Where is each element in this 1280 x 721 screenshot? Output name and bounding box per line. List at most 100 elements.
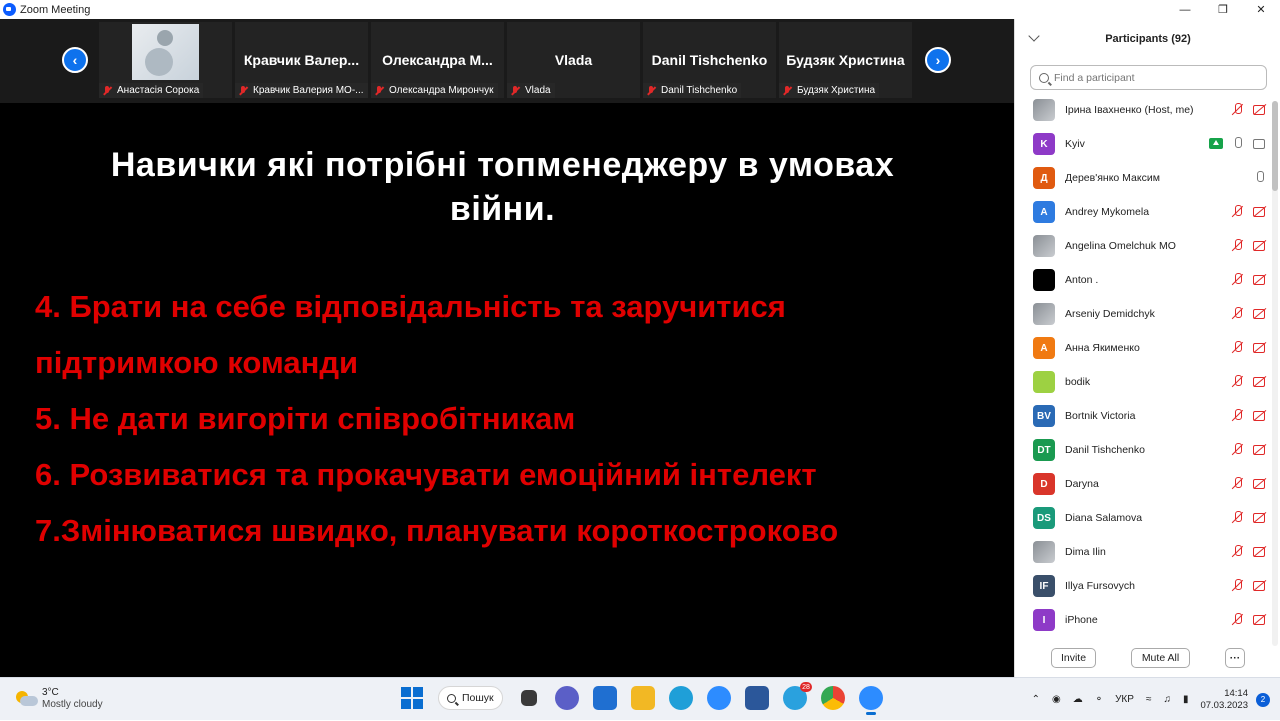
chat-icon[interactable]: [555, 686, 579, 710]
start-button[interactable]: [400, 686, 424, 710]
mic-muted-icon[interactable]: [1231, 239, 1245, 252]
mic-muted-icon[interactable]: [1231, 477, 1245, 490]
weather-widget[interactable]: 3°C Mostly cloudy: [16, 687, 103, 711]
mic-muted-icon[interactable]: [1231, 103, 1245, 116]
participant-row[interactable]: IF Illya Fursovych: [1015, 569, 1273, 603]
participant-list-scrollbar[interactable]: [1272, 101, 1278, 646]
mic-muted-icon[interactable]: [1231, 205, 1245, 218]
microphone-icon[interactable]: ⚬: [1095, 694, 1103, 705]
partly-cloudy-icon: [16, 691, 38, 707]
participant-row[interactable]: A Andrey Mykomela: [1015, 195, 1273, 229]
mic-on-icon[interactable]: [1253, 171, 1267, 184]
clock[interactable]: 14:14 07.03.2023: [1200, 688, 1248, 712]
maximize-button[interactable]: ❐: [1204, 0, 1242, 19]
telegram-icon[interactable]: 28: [783, 682, 812, 710]
tile-name-label: Анастасія Сорока: [99, 83, 204, 98]
tile-name-label: Vlada: [507, 83, 555, 98]
participant-row[interactable]: Anton .: [1015, 263, 1273, 297]
next-page-button[interactable]: ›: [925, 47, 951, 73]
battery-icon[interactable]: ▮: [1183, 694, 1189, 705]
search-input[interactable]: [1054, 71, 1254, 84]
mic-on-icon[interactable]: [1231, 137, 1245, 150]
cam-off-icon[interactable]: [1253, 273, 1267, 286]
mic-muted-icon[interactable]: [1231, 545, 1245, 558]
cloud-icon[interactable]: ☁: [1073, 694, 1083, 705]
cam-off-icon[interactable]: [1253, 307, 1267, 320]
window-title: Zoom Meeting: [20, 3, 91, 16]
cam-off-icon[interactable]: [1253, 579, 1267, 592]
participant-name: Daryna: [1065, 478, 1099, 490]
mic-muted-icon[interactable]: [1231, 443, 1245, 456]
language-indicator[interactable]: УКР: [1115, 694, 1134, 705]
more-options-button[interactable]: ···: [1225, 648, 1245, 668]
participant-row[interactable]: BV Bortnik Victoria: [1015, 399, 1273, 433]
participant-row[interactable]: A Анна Якименко: [1015, 331, 1273, 365]
participant-row[interactable]: DS Diana Salamova: [1015, 501, 1273, 535]
chrome-icon[interactable]: [821, 686, 845, 710]
minimize-button[interactable]: —: [1166, 0, 1204, 19]
zoom-meeting-icon[interactable]: [859, 686, 883, 715]
cam-off-icon[interactable]: [1253, 205, 1267, 218]
participant-row[interactable]: K Kyiv: [1015, 127, 1273, 161]
participant-row[interactable]: Ірина Івахненко (Host, me): [1015, 93, 1273, 127]
previous-page-button[interactable]: ‹: [62, 47, 88, 73]
mic-muted-icon[interactable]: [1231, 307, 1245, 320]
mic-muted-icon[interactable]: [1231, 341, 1245, 354]
invite-button[interactable]: Invite: [1051, 648, 1096, 668]
cam-off-icon[interactable]: [1253, 409, 1267, 422]
participant-row[interactable]: bodik: [1015, 365, 1273, 399]
video-tile[interactable]: Кравчик Валер... Кравчик Валерия МО-...: [235, 22, 368, 98]
video-tile[interactable]: Будзяк Христина Будзяк Христина: [779, 22, 912, 98]
cam-off-icon[interactable]: [1253, 545, 1267, 558]
wifi-icon[interactable]: ≈: [1146, 694, 1152, 705]
mail-icon[interactable]: [593, 686, 617, 710]
mic-muted-icon[interactable]: [1231, 273, 1245, 286]
cam-off-icon[interactable]: [1253, 443, 1267, 456]
participant-name: Анна Якименко: [1065, 342, 1140, 354]
avatar: A: [1033, 337, 1055, 359]
volume-icon[interactable]: ♫: [1163, 694, 1171, 705]
participant-row[interactable]: Angelina Omelchuk MO: [1015, 229, 1273, 263]
cam-off-icon[interactable]: [1253, 613, 1267, 626]
mic-muted-icon[interactable]: [1231, 613, 1245, 626]
participant-row[interactable]: DT Danil Tishchenko: [1015, 433, 1273, 467]
video-tile[interactable]: Анастасія Сорока: [99, 22, 232, 98]
video-tile[interactable]: Vlada Vlada: [507, 22, 640, 98]
cam-on-icon[interactable]: [1253, 137, 1267, 150]
participant-row[interactable]: Arseniy Demidchyk: [1015, 297, 1273, 331]
notification-badge[interactable]: 2: [1256, 692, 1270, 707]
zoom-app-icon[interactable]: [707, 686, 731, 710]
participant-row[interactable]: Д Дерев'янко Максим: [1015, 161, 1273, 195]
word-icon[interactable]: [745, 686, 769, 710]
participant-row[interactable]: D Daryna: [1015, 467, 1273, 501]
cam-off-icon[interactable]: [1253, 511, 1267, 524]
cam-off-icon[interactable]: [1253, 375, 1267, 388]
participant-row[interactable]: Dima Ilin: [1015, 535, 1273, 569]
cam-off-icon[interactable]: [1253, 477, 1267, 490]
mic-muted-icon[interactable]: [1231, 511, 1245, 524]
participant-search[interactable]: [1030, 65, 1267, 90]
mute-all-button[interactable]: Mute All: [1131, 648, 1190, 668]
file-explorer-icon[interactable]: [631, 686, 655, 710]
mic-muted-icon[interactable]: [1231, 579, 1245, 592]
mic-muted-icon[interactable]: [1231, 409, 1245, 422]
avatar: [1033, 371, 1055, 393]
gallery-strip: ‹ Анастасія Сорока Кравчик Валер... Крав…: [0, 19, 1014, 103]
taskbar-search[interactable]: Пошук: [438, 686, 503, 710]
video-tile[interactable]: Danil Tishchenko Danil Tishchenko: [643, 22, 776, 98]
video-tile[interactable]: Олександра М... Олександра Мирончук: [371, 22, 504, 98]
cam-off-icon[interactable]: [1253, 239, 1267, 252]
shared-screen-slide: Навички які потрібні топменеджеру в умов…: [0, 103, 1014, 677]
cam-off-icon[interactable]: [1253, 103, 1267, 116]
participant-row[interactable]: IiPhone: [1015, 603, 1273, 637]
scrollbar-thumb[interactable]: [1272, 101, 1278, 191]
share-icon[interactable]: [1209, 138, 1223, 149]
antivirus-icon[interactable]: ◉: [1052, 694, 1061, 705]
close-button[interactable]: ✕: [1242, 0, 1280, 19]
task-view-icon[interactable]: [521, 690, 537, 706]
mic-muted-icon[interactable]: [1231, 375, 1245, 388]
cam-off-icon[interactable]: [1253, 341, 1267, 354]
edge-browser-icon[interactable]: [669, 686, 693, 710]
slide-points: 4. Брати на себе відповідальність та зар…: [35, 279, 1005, 559]
chevron-up-icon[interactable]: ⌃: [1032, 694, 1040, 705]
